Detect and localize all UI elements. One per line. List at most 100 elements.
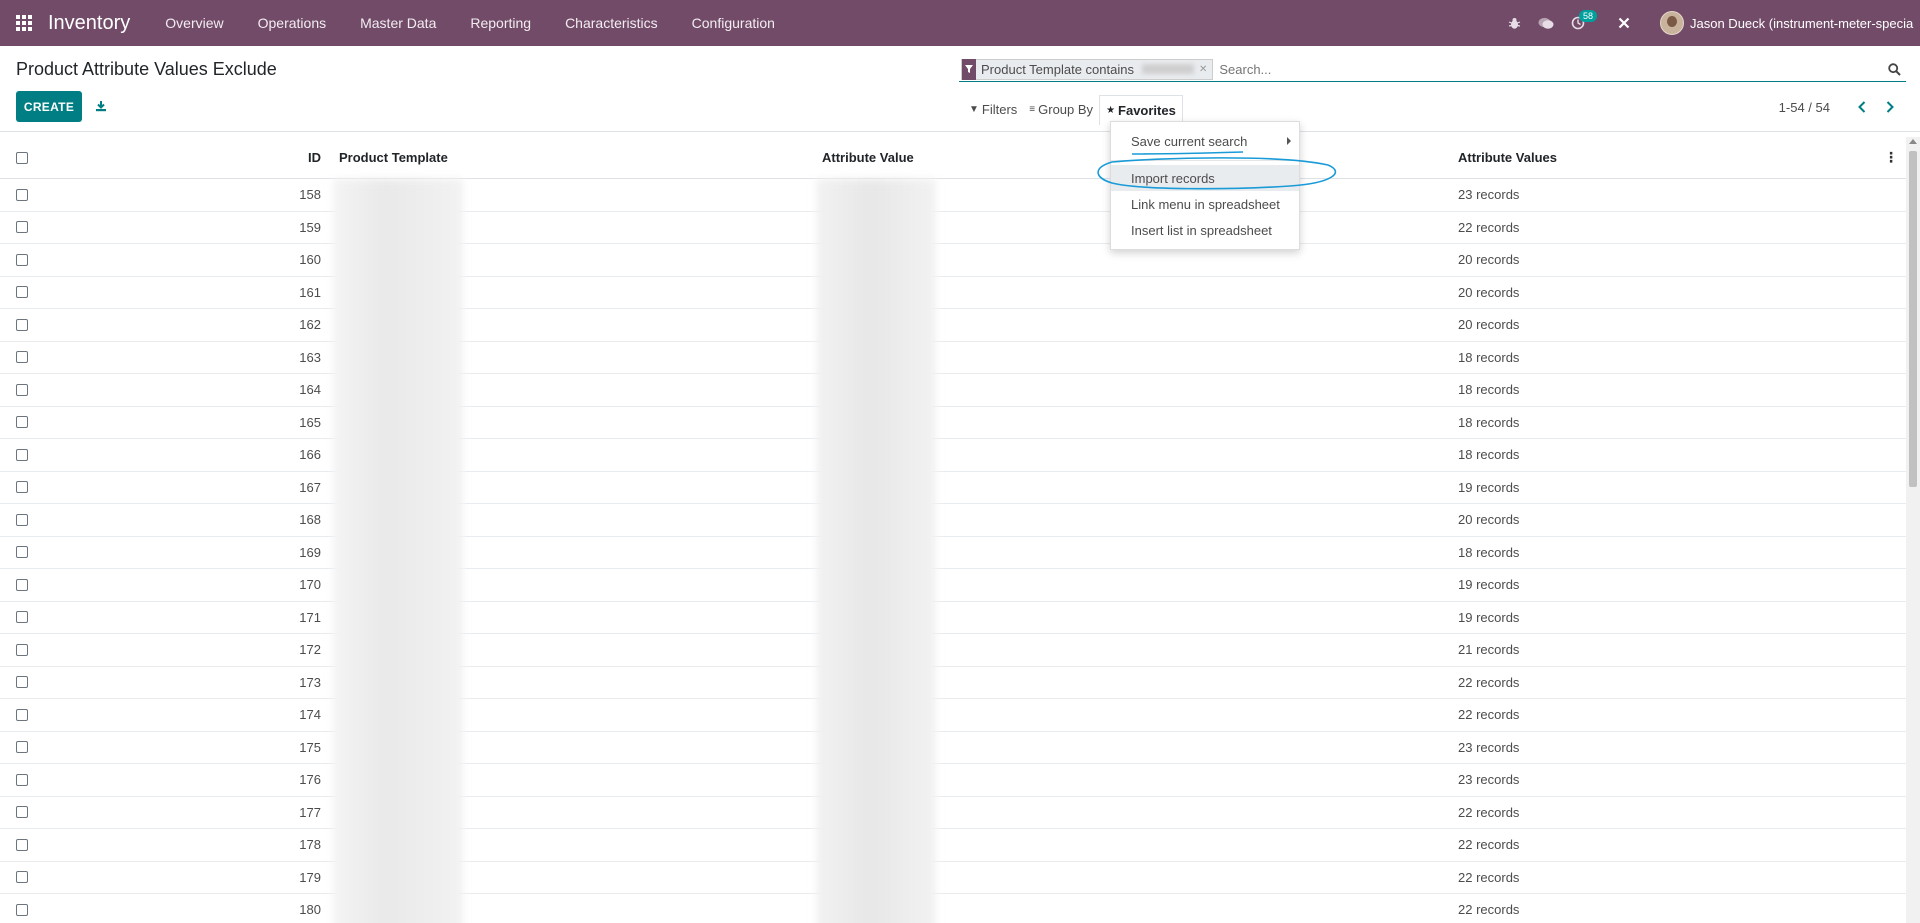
- app-brand[interactable]: Inventory: [48, 12, 130, 35]
- menu-master-data[interactable]: Master Data: [343, 0, 453, 46]
- table-row[interactable]: 169 18 records: [0, 537, 1906, 569]
- row-select-cell[interactable]: [0, 253, 44, 266]
- row-checkbox[interactable]: [16, 221, 28, 234]
- bug-icon[interactable]: [1498, 0, 1530, 46]
- column-header-attribute-values[interactable]: Attribute Values: [1448, 150, 1906, 165]
- create-button[interactable]: CREATE: [16, 91, 82, 122]
- select-all-cell[interactable]: [0, 151, 44, 164]
- menu-reporting[interactable]: Reporting: [453, 0, 548, 46]
- row-checkbox[interactable]: [16, 838, 28, 851]
- import-records-item[interactable]: Import records: [1111, 165, 1299, 191]
- scroll-up-icon[interactable]: [1909, 139, 1917, 144]
- table-row[interactable]: 162 20 records: [0, 309, 1906, 342]
- activity-clock-icon[interactable]: 58: [1562, 0, 1598, 46]
- link-menu-spreadsheet-item[interactable]: Link menu in spreadsheet: [1111, 191, 1299, 217]
- row-select-cell[interactable]: [0, 351, 44, 364]
- search-facet[interactable]: Product Template contains ✕: [961, 58, 1214, 80]
- row-checkbox[interactable]: [16, 903, 28, 916]
- pager-previous-icon[interactable]: [1848, 95, 1876, 119]
- table-row[interactable]: 167 19 records: [0, 472, 1906, 504]
- row-select-cell[interactable]: [0, 643, 44, 656]
- table-row[interactable]: 178 22 records: [0, 829, 1906, 862]
- table-row[interactable]: 158 23 records: [0, 179, 1906, 212]
- table-row[interactable]: 180 22 records: [0, 894, 1906, 923]
- row-select-cell[interactable]: [0, 286, 44, 299]
- row-select-cell[interactable]: [0, 903, 44, 916]
- row-checkbox[interactable]: [16, 351, 28, 364]
- row-checkbox[interactable]: [16, 643, 28, 656]
- table-row[interactable]: 163 18 records: [0, 342, 1906, 374]
- menu-characteristics[interactable]: Characteristics: [548, 0, 675, 46]
- table-row[interactable]: 171 19 records: [0, 602, 1906, 634]
- row-select-cell[interactable]: [0, 676, 44, 689]
- row-checkbox[interactable]: [16, 546, 28, 559]
- table-row[interactable]: 165 18 records: [0, 407, 1906, 439]
- table-row[interactable]: 164 18 records: [0, 374, 1906, 407]
- row-checkbox[interactable]: [16, 611, 28, 624]
- scroll-thumb[interactable]: [1909, 151, 1917, 487]
- menu-operations[interactable]: Operations: [241, 0, 343, 46]
- column-header-id[interactable]: ID: [44, 150, 331, 165]
- row-select-cell[interactable]: [0, 318, 44, 331]
- chat-icon[interactable]: [1530, 0, 1562, 46]
- row-checkbox[interactable]: [16, 871, 28, 884]
- row-checkbox[interactable]: [16, 578, 28, 591]
- row-checkbox[interactable]: [16, 513, 28, 526]
- row-select-cell[interactable]: [0, 513, 44, 526]
- group-by-toggle[interactable]: ≡ Group By: [1023, 95, 1099, 123]
- row-select-cell[interactable]: [0, 708, 44, 721]
- row-select-cell[interactable]: [0, 221, 44, 234]
- table-row[interactable]: 159 22 records: [0, 212, 1906, 244]
- row-select-cell[interactable]: [0, 546, 44, 559]
- row-checkbox[interactable]: [16, 416, 28, 429]
- pager-next-icon[interactable]: [1876, 95, 1904, 119]
- row-checkbox[interactable]: [16, 676, 28, 689]
- row-select-cell[interactable]: [0, 578, 44, 591]
- search-icon[interactable]: [1882, 57, 1906, 81]
- row-select-cell[interactable]: [0, 871, 44, 884]
- row-checkbox[interactable]: [16, 773, 28, 786]
- row-select-cell[interactable]: [0, 806, 44, 819]
- table-row[interactable]: 172 21 records: [0, 634, 1906, 667]
- pager-value[interactable]: 1-54 / 54: [1779, 100, 1830, 115]
- row-checkbox[interactable]: [16, 383, 28, 396]
- row-checkbox[interactable]: [16, 286, 28, 299]
- table-row[interactable]: 179 22 records: [0, 862, 1906, 894]
- row-checkbox[interactable]: [16, 806, 28, 819]
- vertical-scrollbar[interactable]: [1906, 137, 1920, 923]
- table-row[interactable]: 175 23 records: [0, 732, 1906, 764]
- row-select-cell[interactable]: [0, 383, 44, 396]
- row-select-cell[interactable]: [0, 416, 44, 429]
- row-select-cell[interactable]: [0, 773, 44, 786]
- table-row[interactable]: 161 20 records: [0, 277, 1906, 309]
- app-menu-icon[interactable]: [0, 0, 48, 46]
- table-row[interactable]: 173 22 records: [0, 667, 1906, 699]
- row-checkbox[interactable]: [16, 481, 28, 494]
- optional-columns-icon[interactable]: ⋮: [1884, 150, 1898, 164]
- table-row[interactable]: 176 23 records: [0, 764, 1906, 797]
- insert-list-spreadsheet-item[interactable]: Insert list in spreadsheet: [1111, 217, 1299, 243]
- table-row[interactable]: 170 19 records: [0, 569, 1906, 602]
- table-row[interactable]: 168 20 records: [0, 504, 1906, 537]
- filters-toggle[interactable]: ▼ Filters: [963, 95, 1023, 123]
- row-checkbox[interactable]: [16, 253, 28, 266]
- close-debug-icon[interactable]: [1608, 0, 1640, 46]
- user-menu[interactable]: Jason Dueck (instrument-meter-speciali..…: [1660, 11, 1920, 35]
- row-checkbox[interactable]: [16, 741, 28, 754]
- row-checkbox[interactable]: [16, 448, 28, 461]
- select-all-checkbox[interactable]: [16, 151, 28, 164]
- table-row[interactable]: 177 22 records: [0, 797, 1906, 829]
- save-current-search-item[interactable]: Save current search: [1111, 128, 1299, 154]
- row-select-cell[interactable]: [0, 481, 44, 494]
- row-checkbox[interactable]: [16, 708, 28, 721]
- row-select-cell[interactable]: [0, 448, 44, 461]
- row-select-cell[interactable]: [0, 188, 44, 201]
- menu-overview[interactable]: Overview: [148, 0, 240, 46]
- download-icon[interactable]: [89, 93, 113, 119]
- row-select-cell[interactable]: [0, 838, 44, 851]
- row-checkbox[interactable]: [16, 188, 28, 201]
- menu-configuration[interactable]: Configuration: [675, 0, 792, 46]
- row-checkbox[interactable]: [16, 318, 28, 331]
- search-input[interactable]: [1219, 61, 1882, 77]
- row-select-cell[interactable]: [0, 741, 44, 754]
